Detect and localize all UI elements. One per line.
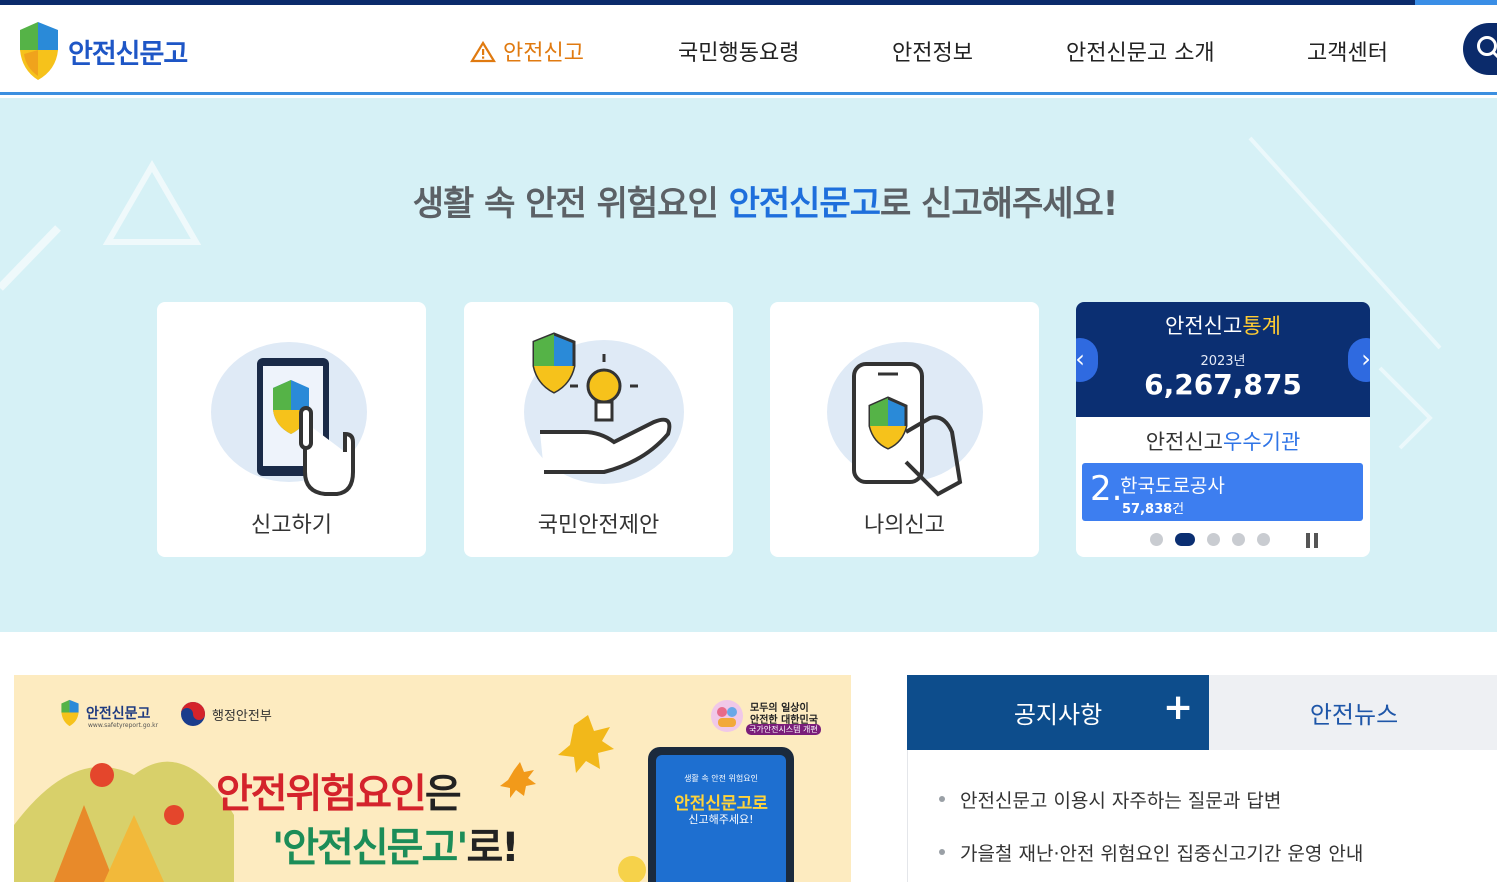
hero-title-highlight: 안전신문고 [728,184,881,224]
hero-title-pre: 생활 속 안전 위험요인 [412,184,729,224]
rank-number: 2. [1090,469,1123,509]
pause-icon[interactable] [1306,533,1320,548]
notice-title: 안전신문고 이용시 자주하는 질문과 답변 [960,790,1282,812]
banner-logo-text: 안전신문고 [86,706,151,722]
search-icon [1477,36,1497,59]
main-nav: 안전신고 국민행동요령 안전정보 안전신문고 소개 고객센터 [0,5,1497,95]
hero-title: 생활 속 안전 위험요인 안전신문고로 신고해주세요! [0,176,1497,225]
card-suggestion-label: 국민안전제안 [537,513,660,538]
excellent-title-accent: 우수기관 [1223,430,1301,454]
phone-hand-icon [827,342,983,497]
badge-line-3: 국가안전시스템 개편 [746,724,821,735]
rank-org-count-value: 57,838 [1122,502,1173,517]
banner-headline-1-dark: 은 [424,771,462,817]
banner-phone-screen: 생활 속 안전 위험요인 안전신문고로 신고해주세요! [656,755,786,882]
carousel-dot-5[interactable] [1257,533,1270,546]
stats-next-button[interactable]: › [1348,338,1370,382]
card-report-label: 신고하기 [251,513,332,538]
carousel-dot-4[interactable] [1232,533,1245,546]
stats-title-main: 안전신고 [1165,314,1243,338]
banner-phone-mockup: 생활 속 안전 위험요인 안전신문고로 신고해주세요! [648,747,794,882]
nav-item-about[interactable]: 안전신문고 소개 [1066,35,1215,67]
banner-headline-2-dark: 로! [466,825,520,871]
taegeuk-icon [181,702,205,726]
excellent-org-title: 안전신고우수기관 [1076,426,1370,456]
notice-title: 가을철 재난·안전 위험요인 집중신고기간 운영 안내 [960,843,1364,865]
carousel-dot-1[interactable] [1150,533,1163,546]
site-header: 안전신문고 안전신고 국민행동요령 안전정보 안전신문고 소개 고객센터 [0,5,1497,95]
card-my-reports[interactable]: 나의신고 [770,302,1039,557]
nav-item-safety-info[interactable]: 안전정보 [892,35,973,67]
banner-badge: 모두의 일상이 안전한 대한민국 국가안전시스템 개편 [710,697,830,737]
notice-list: 안전신문고 이용시 자주하는 질문과 답변 가을철 재난·안전 위험요인 집중신… [907,750,1497,882]
excellent-org-item[interactable]: 2. 한국도로공사 57,838건 [1082,463,1363,521]
stats-title-accent: 통계 [1242,314,1281,338]
carousel-dots [1150,533,1282,546]
phone-line-1: 생활 속 안전 위험요인 [684,774,758,783]
people-icon [711,700,743,732]
card-suggestion[interactable]: 국민안전제안 [464,302,733,557]
nav-item-label: 안전신고 [503,41,584,66]
hero-section: 생활 속 안전 위험요인 안전신문고로 신고해주세요! 신고하기 국민안전제안 … [0,98,1497,632]
stats-count: 6,267,875 [1144,368,1302,401]
notice-more-button[interactable]: + [1163,687,1193,728]
tab-news[interactable]: 안전뉴스 [1209,675,1497,750]
list-item[interactable]: 가을철 재난·안전 위험요인 집중신고기간 운영 안내 [938,839,1364,866]
idea-hand-icon [524,332,684,484]
banner-headline-2: '안전신문고'로! [272,815,520,873]
hero-title-post: 로 신고해주세요! [879,184,1118,224]
nav-item-report[interactable]: 안전신고 [470,35,584,67]
nav-item-customer-center[interactable]: 고객센터 [1307,35,1388,67]
warning-icon [470,40,496,63]
carousel-dot-3[interactable] [1207,533,1220,546]
banner-headline-1-red: 안전위험요인 [216,771,427,817]
stats-widget: 안전신고통계 2023년 6,267,875 ‹ › 안전신고우수기관 2. 한… [1076,302,1370,557]
excellent-title-main: 안전신고 [1145,430,1223,454]
card-report[interactable]: 신고하기 [157,302,426,557]
banner-ministry: 행정안전부 [180,701,272,727]
banner-headline-1: 안전위험요인은 [216,761,462,819]
carousel-dot-2[interactable] [1175,533,1195,546]
banner-shield-icon [61,699,79,727]
tab-notice[interactable]: 공지사항 + [907,675,1209,750]
stats-title: 안전신고통계 [1076,310,1370,340]
stats-header: 안전신고통계 2023년 6,267,875 [1076,302,1370,417]
rank-org-count: 57,838건 [1122,498,1184,517]
nav-item-guidelines[interactable]: 국민행동요령 [678,35,799,67]
stats-year: 2023년 [1200,354,1246,369]
phone-line-3: 신고해주세요! [688,813,754,826]
rank-org-count-unit: 건 [1172,502,1185,517]
list-item[interactable]: 안전신문고 이용시 자주하는 질문과 답변 [938,786,1282,813]
rank-org-name: 한국도로공사 [1120,475,1225,497]
tab-news-label: 안전뉴스 [1309,701,1399,729]
banner-ministry-text: 행정안전부 [212,708,272,724]
promo-banner[interactable]: 안전신문고 www.safetyreport.go.kr 행정안전부 모두의 일… [14,675,851,882]
card-my-reports-label: 나의신고 [864,513,945,538]
phone-report-icon [211,342,367,496]
banner-headline-2-green: '안전신문고' [272,825,468,871]
banner-url: www.safetyreport.go.kr [88,722,159,729]
